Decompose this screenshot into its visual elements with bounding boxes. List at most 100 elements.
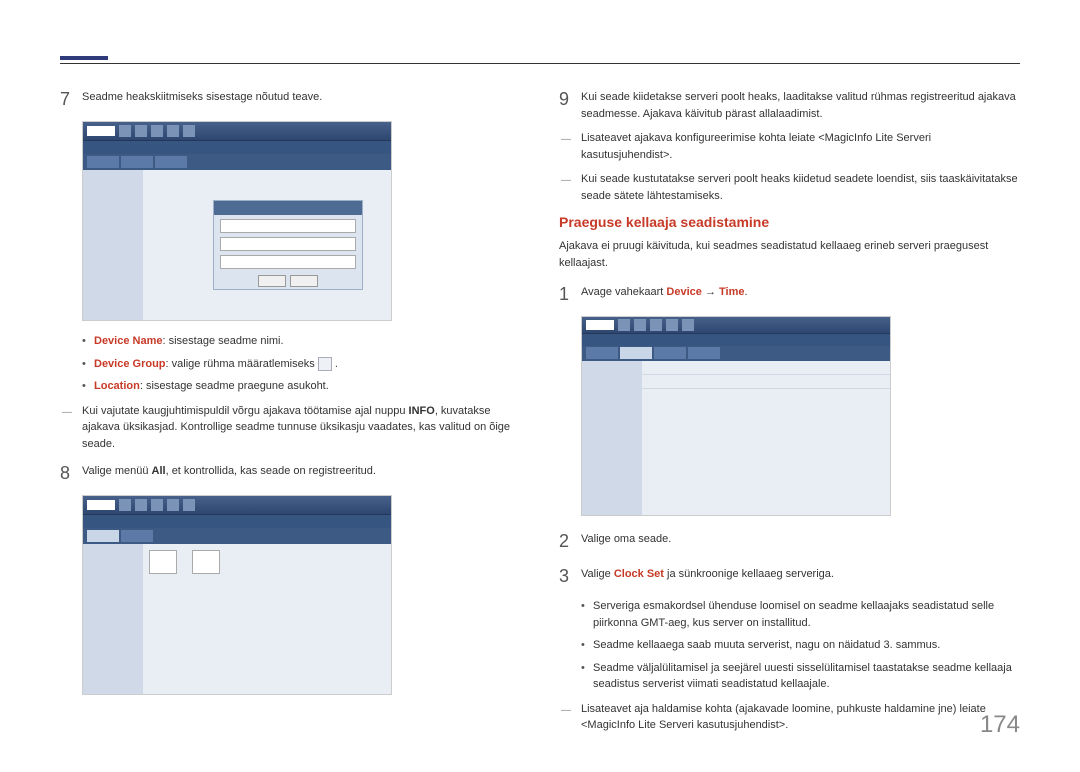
header-rule (60, 48, 1020, 64)
ss-sidebar (582, 361, 642, 515)
toolbar-icon (151, 125, 163, 137)
note-time-mgmt: Lisateavet aja haldamise kohta (ajakavad… (559, 701, 1020, 734)
approve-dialog (213, 200, 363, 290)
ss-tabs (83, 528, 391, 544)
screenshot-all-menu (82, 495, 392, 695)
toolbar-icon (135, 499, 147, 511)
app-logo (87, 126, 115, 136)
step-number: 3 (559, 563, 581, 590)
dialog-field (220, 255, 356, 269)
step-text: Seadme heakskiitmiseks sisestage nõutud … (82, 86, 521, 113)
left-column: 7 Seadme heakskiitmiseks sisestage nõutu… (60, 86, 521, 742)
device-thumb (149, 550, 177, 574)
dialog-title (214, 201, 362, 215)
step-8: 8 Valige menüü All, et kontrollida, kas … (60, 460, 521, 487)
ss-body (83, 544, 391, 694)
toolbar-icon (618, 319, 630, 331)
note-delete: Kui seade kustutatakse serveri poolt hea… (559, 171, 1020, 204)
step-text: Avage vahekaart Device → Time. (581, 281, 1020, 308)
ss-tab (688, 347, 720, 359)
step-text: Valige Clock Set ja sünkroonige kellaaeg… (581, 563, 1020, 590)
toolbar-icon (119, 499, 131, 511)
ss-body (582, 361, 890, 515)
note-info: Kui vajutate kaugjuhtimispuldil võrgu aj… (60, 403, 521, 453)
list-row (642, 361, 890, 375)
toolbar-icon (167, 125, 179, 137)
screenshot-device-time (581, 316, 891, 516)
bullet: Serveriga esmakordsel ühenduse loomisel … (581, 598, 1020, 631)
step-number: 9 (559, 86, 581, 122)
toolbar-icon (151, 499, 163, 511)
ss-tabs (83, 154, 391, 170)
dialog-buttons (214, 275, 362, 287)
step-text: Kui seade kiidetakse serveri poolt heaks… (581, 86, 1020, 122)
step-number: 2 (559, 528, 581, 555)
ss-titlebar (83, 496, 391, 514)
ss-toolbar (83, 140, 391, 154)
ss-tab (121, 530, 153, 542)
ss-titlebar (582, 317, 890, 333)
page-content: 7 Seadme heakskiitmiseks sisestage nõutu… (0, 0, 1080, 772)
ss-tab (87, 156, 119, 168)
step-number: 1 (559, 281, 581, 308)
ss-toolbar (83, 514, 391, 528)
ss-tab (155, 156, 187, 168)
toolbar-icon (167, 499, 179, 511)
right-column: 9 Kui seade kiidetakse serveri poolt hea… (559, 86, 1020, 742)
ok-button (258, 275, 286, 287)
field-bullets: Device Name: sisestage seadme nimi. Devi… (60, 333, 521, 395)
list-row (642, 375, 890, 389)
toolbar-icon (666, 319, 678, 331)
app-logo (87, 500, 115, 510)
ss-body (83, 170, 391, 320)
clock-bullets: Serveriga esmakordsel ühenduse loomisel … (559, 598, 1020, 693)
ss-main (642, 361, 890, 515)
section-heading: Praeguse kellaaja seadistamine (559, 214, 1020, 230)
device-thumb (192, 550, 220, 574)
toolbar-icon (183, 125, 195, 137)
browse-icon (318, 357, 332, 371)
step-7: 7 Seadme heakskiitmiseks sisestage nõutu… (60, 86, 521, 113)
step-2: 2 Valige oma seade. (559, 528, 1020, 555)
ss-titlebar (83, 122, 391, 140)
bullet: Seadme väljalülitamisel ja seejärel uues… (581, 660, 1020, 693)
section-intro: Ajakava ei pruugi käivituda, kui seadmes… (559, 238, 1020, 271)
ss-tab (121, 156, 153, 168)
toolbar-icon (135, 125, 147, 137)
bullet-device-name: Device Name: sisestage seadme nimi. (82, 333, 521, 350)
bullet-device-group: Device Group: valige rühma määratlemisek… (82, 356, 521, 373)
bullet: Seadme kellaaega saab muuta serverist, n… (581, 637, 1020, 654)
header-accent (60, 56, 108, 60)
toolbar-icon (650, 319, 662, 331)
ss-main (143, 170, 391, 320)
bullet-location: Location: sisestage seadme praegune asuk… (82, 378, 521, 395)
two-column-layout: 7 Seadme heakskiitmiseks sisestage nõutu… (60, 86, 1020, 742)
step-9: 9 Kui seade kiidetakse serveri poolt hea… (559, 86, 1020, 122)
step-text: Valige oma seade. (581, 528, 1020, 555)
ss-main (143, 544, 391, 694)
step-number: 8 (60, 460, 82, 487)
cancel-button (290, 275, 318, 287)
ss-sidebar (83, 170, 143, 320)
step-number: 7 (60, 86, 82, 113)
ss-tab (620, 347, 652, 359)
toolbar-icon (634, 319, 646, 331)
screenshot-approve-dialog (82, 121, 392, 321)
ss-tab (654, 347, 686, 359)
step-text: Valige menüü All, et kontrollida, kas se… (82, 460, 521, 487)
step-3: 3 Valige Clock Set ja sünkroonige kellaa… (559, 563, 1020, 590)
note-config: Lisateavet ajakava konfigureerimise koht… (559, 130, 1020, 163)
toolbar-icon (119, 125, 131, 137)
dialog-field (220, 219, 356, 233)
step-1: 1 Avage vahekaart Device → Time. (559, 281, 1020, 308)
app-logo (586, 320, 614, 330)
ss-tabs (582, 346, 890, 361)
toolbar-icon (682, 319, 694, 331)
page-number: 174 (980, 711, 1020, 739)
ss-sidebar (83, 544, 143, 694)
dialog-field (220, 237, 356, 251)
ss-toolbar (582, 333, 890, 346)
ss-tab (586, 347, 618, 359)
ss-tab (87, 530, 119, 542)
toolbar-icon (183, 499, 195, 511)
